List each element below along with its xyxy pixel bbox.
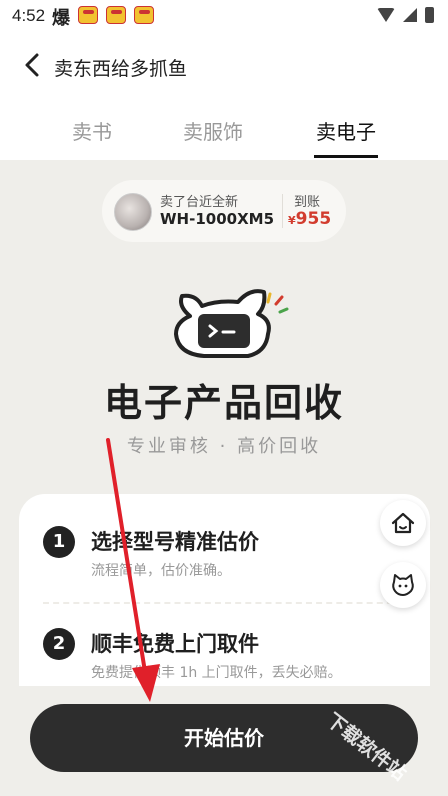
tab-bar: 卖书 卖服饰 卖电子	[0, 104, 448, 160]
mascot-cat-tv-icon	[174, 289, 289, 358]
battery-icon	[425, 7, 434, 23]
received-amount: ¥955	[288, 209, 331, 229]
recent-sale-product: WH-1000XM5	[160, 210, 275, 228]
step-description: 免费提供顺丰 1h 上门取件，丢失必赔。	[91, 665, 342, 681]
dashed-divider	[43, 602, 403, 604]
status-notification-glyph: 爆	[52, 8, 70, 29]
active-tab-indicator	[314, 155, 378, 158]
step-title: 选择型号精准估价	[91, 530, 259, 554]
amount-value: 955	[295, 209, 332, 229]
hero-headline: 电子产品回收	[103, 381, 344, 425]
status-bar: 4:52 爆	[0, 0, 448, 34]
received-label: 到账	[294, 195, 321, 210]
header: 卖东西给多抓鱼 卖书 卖服饰 卖电子	[0, 34, 448, 160]
home-icon	[391, 512, 415, 534]
step-description: 流程简单，估价准确。	[91, 563, 231, 579]
tab-books[interactable]: 卖书	[72, 116, 112, 145]
step-number: 2	[43, 628, 75, 660]
chevron-left-icon	[25, 53, 39, 77]
notification-app-icon	[78, 6, 98, 24]
page-title: 卖东西给多抓鱼	[54, 58, 188, 80]
tab-clothing[interactable]: 卖服饰	[183, 116, 243, 145]
tab-electronics[interactable]: 卖电子	[316, 116, 376, 145]
currency-symbol: ¥	[288, 214, 296, 227]
recent-sale-text: 卖了台近全新	[160, 195, 239, 210]
notification-app-icon	[106, 6, 126, 24]
divider	[282, 194, 283, 228]
customer-service-button[interactable]	[380, 562, 426, 608]
avatar	[114, 193, 152, 231]
recent-sale-card: 卖了台近全新 WH-1000XM5 到账 ¥955	[102, 180, 346, 242]
wifi-icon	[377, 8, 395, 22]
notification-app-icon	[134, 6, 154, 24]
home-button[interactable]	[380, 500, 426, 546]
hero-subline: 专业审核 · 高价回收	[126, 436, 322, 457]
cat-service-icon	[392, 574, 414, 596]
step-number: 1	[43, 526, 75, 558]
step-title: 顺丰免费上门取件	[91, 632, 259, 656]
status-time: 4:52	[12, 6, 46, 25]
steps-card: 1 选择型号精准估价 流程简单，估价准确。 2 顺丰免费上门取件 免费提供顺丰 …	[19, 494, 430, 686]
system-icons	[377, 7, 434, 23]
signal-icon	[403, 8, 417, 22]
back-button[interactable]	[18, 50, 48, 80]
